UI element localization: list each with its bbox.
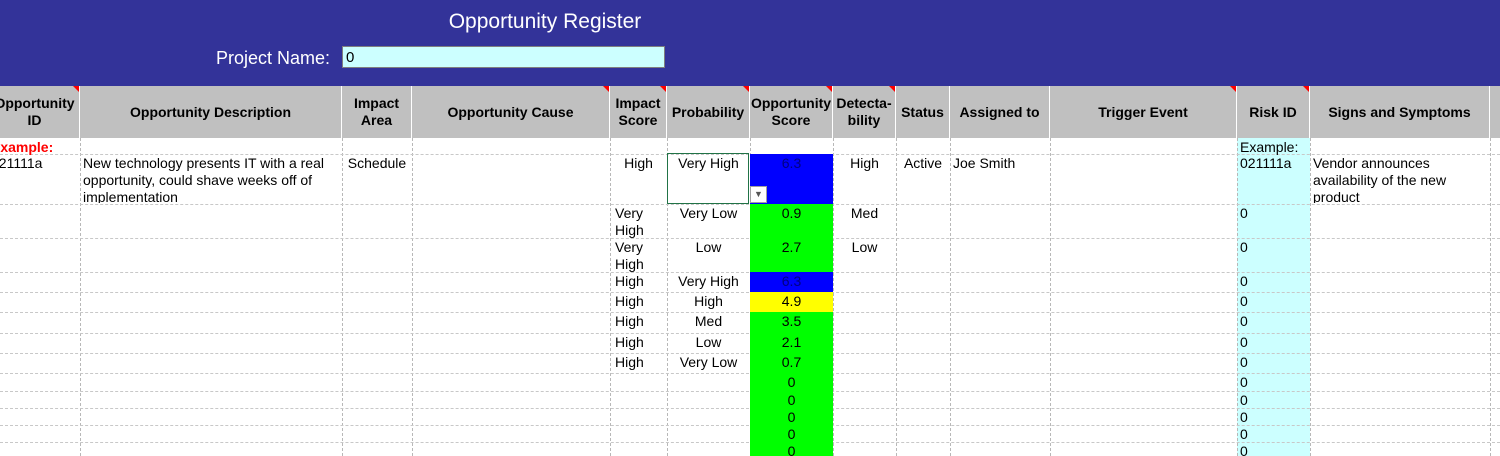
opportunity-score-cell[interactable]: 6.3: [750, 273, 833, 292]
comment-indicator-icon: [660, 86, 666, 92]
detectability-cell[interactable]: [833, 374, 896, 391]
probability-cell[interactable]: Low: [667, 239, 750, 272]
probability-cell[interactable]: [667, 374, 750, 391]
detectability-cell[interactable]: [833, 426, 896, 442]
example-opportunity-description[interactable]: New technology presents IT with a real o…: [80, 155, 342, 203]
risk-id-cell[interactable]: 0: [1237, 313, 1310, 333]
header-opportunity-description[interactable]: Opportunity Description: [80, 86, 342, 138]
header-impact-area[interactable]: Impact Area: [342, 86, 412, 138]
impact-score-cell[interactable]: High: [612, 273, 667, 292]
opportunity-score-cell[interactable]: 0: [750, 443, 833, 456]
example-label: Example:: [0, 139, 54, 155]
probability-cell[interactable]: [667, 426, 750, 442]
example-assigned-to[interactable]: Joe Smith: [950, 155, 1050, 203]
header-signs-and-symptoms[interactable]: Signs and Symptoms: [1310, 86, 1490, 138]
risk-id-cell[interactable]: 0: [1237, 374, 1310, 391]
comment-indicator-icon: [743, 86, 749, 92]
risk-id-cell[interactable]: 0: [1237, 354, 1310, 373]
detectability-cell[interactable]: [833, 293, 896, 312]
risk-id-cell[interactable]: 0: [1237, 239, 1310, 272]
probability-cell[interactable]: Very Low: [667, 354, 750, 373]
comment-indicator-icon: [889, 86, 895, 92]
example-risk-id[interactable]: 021111a: [1237, 155, 1310, 203]
risk-example-label: Example:: [1240, 139, 1299, 155]
dropdown-arrow-icon[interactable]: ▼: [750, 186, 767, 203]
title-banner: [0, 0, 1500, 86]
risk-id-cell[interactable]: 0: [1237, 426, 1310, 442]
detectability-cell[interactable]: [833, 392, 896, 408]
header-opportunity-id[interactable]: Opportunity ID: [0, 86, 80, 138]
risk-id-cell[interactable]: 0: [1237, 443, 1310, 456]
detectability-cell[interactable]: [833, 273, 896, 292]
impact-score-cell[interactable]: Very High: [612, 205, 667, 238]
detectability-cell[interactable]: Low: [833, 239, 896, 272]
impact-score-cell[interactable]: High: [612, 313, 667, 333]
header-probability[interactable]: Probability: [667, 86, 750, 138]
opportunity-score-cell[interactable]: 2.7: [750, 239, 833, 272]
impact-score-cell[interactable]: High: [612, 334, 667, 353]
probability-cell[interactable]: Very High: [667, 273, 750, 292]
detectability-cell[interactable]: [833, 334, 896, 353]
risk-id-cell[interactable]: 0: [1237, 205, 1310, 238]
opportunity-score-cell[interactable]: 0: [750, 426, 833, 442]
header-assigned-to[interactable]: Assigned to: [950, 86, 1050, 138]
header-status[interactable]: Status: [896, 86, 950, 138]
impact-score-cell[interactable]: [612, 392, 667, 408]
example-signs-and-symptoms[interactable]: Vendor announces availability of the new…: [1310, 155, 1490, 203]
risk-id-cell[interactable]: 0: [1237, 293, 1310, 312]
selected-cell-outline[interactable]: [667, 153, 749, 204]
impact-score-cell[interactable]: High: [612, 293, 667, 312]
detectability-cell[interactable]: [833, 313, 896, 333]
example-opportunity-id[interactable]: 021111a: [0, 155, 78, 203]
comment-indicator-icon: [1303, 86, 1309, 92]
example-impact-area[interactable]: Schedule: [342, 155, 412, 203]
header-risk-id[interactable]: Risk ID: [1237, 86, 1310, 138]
impact-score-cell[interactable]: High: [612, 354, 667, 373]
detectability-cell[interactable]: Med: [833, 205, 896, 238]
comment-indicator-icon: [603, 86, 609, 92]
opportunity-score-cell[interactable]: 0: [750, 392, 833, 408]
opportunity-score-cell[interactable]: 0: [750, 374, 833, 391]
header-opportunity-score[interactable]: Opportunity Score: [750, 86, 833, 138]
risk-id-cell[interactable]: 0: [1237, 334, 1310, 353]
probability-cell[interactable]: Low: [667, 334, 750, 353]
probability-cell[interactable]: Med: [667, 313, 750, 333]
impact-score-cell[interactable]: Very High: [612, 239, 667, 272]
example-status[interactable]: Active: [896, 155, 950, 203]
opportunity-score-cell[interactable]: 4.9: [750, 293, 833, 312]
project-name-label: Project Name:: [215, 48, 330, 68]
example-impact-score[interactable]: High: [610, 155, 667, 203]
risk-id-cell[interactable]: 0: [1237, 392, 1310, 408]
impact-score-cell[interactable]: [612, 443, 667, 456]
detectability-cell[interactable]: [833, 443, 896, 456]
opportunity-score-cell[interactable]: 0: [750, 409, 833, 425]
header-empty[interactable]: [1490, 86, 1500, 138]
probability-cell[interactable]: [667, 443, 750, 456]
impact-score-cell[interactable]: [612, 409, 667, 425]
header-detectability[interactable]: Detecta-bility: [833, 86, 896, 138]
detectability-cell[interactable]: [833, 409, 896, 425]
comment-indicator-icon: [73, 86, 79, 92]
header-opportunity-cause[interactable]: Opportunity Cause: [412, 86, 610, 138]
opportunity-score-cell[interactable]: 0.9: [750, 205, 833, 238]
probability-cell[interactable]: [667, 392, 750, 408]
impact-score-cell[interactable]: [612, 426, 667, 442]
risk-id-cell[interactable]: 0: [1237, 409, 1310, 425]
comment-indicator-icon: [1230, 86, 1236, 92]
comment-indicator-icon: [826, 86, 832, 92]
impact-score-cell[interactable]: [612, 374, 667, 391]
sheet-title: Opportunity Register: [448, 10, 642, 33]
project-name-field[interactable]: 0: [342, 46, 665, 68]
risk-id-cell[interactable]: 0: [1237, 273, 1310, 292]
opportunity-score-cell[interactable]: 2.1: [750, 334, 833, 353]
opportunity-score-cell[interactable]: 3.5: [750, 313, 833, 333]
header-trigger-event[interactable]: Trigger Event: [1050, 86, 1237, 138]
example-detectability[interactable]: High: [833, 155, 896, 203]
header-impact-score[interactable]: Impact Score: [610, 86, 667, 138]
probability-cell[interactable]: High: [667, 293, 750, 312]
probability-cell[interactable]: [667, 409, 750, 425]
opportunity-score-cell[interactable]: 0.7: [750, 354, 833, 373]
detectability-cell[interactable]: [833, 354, 896, 373]
probability-cell[interactable]: Very Low: [667, 205, 750, 238]
